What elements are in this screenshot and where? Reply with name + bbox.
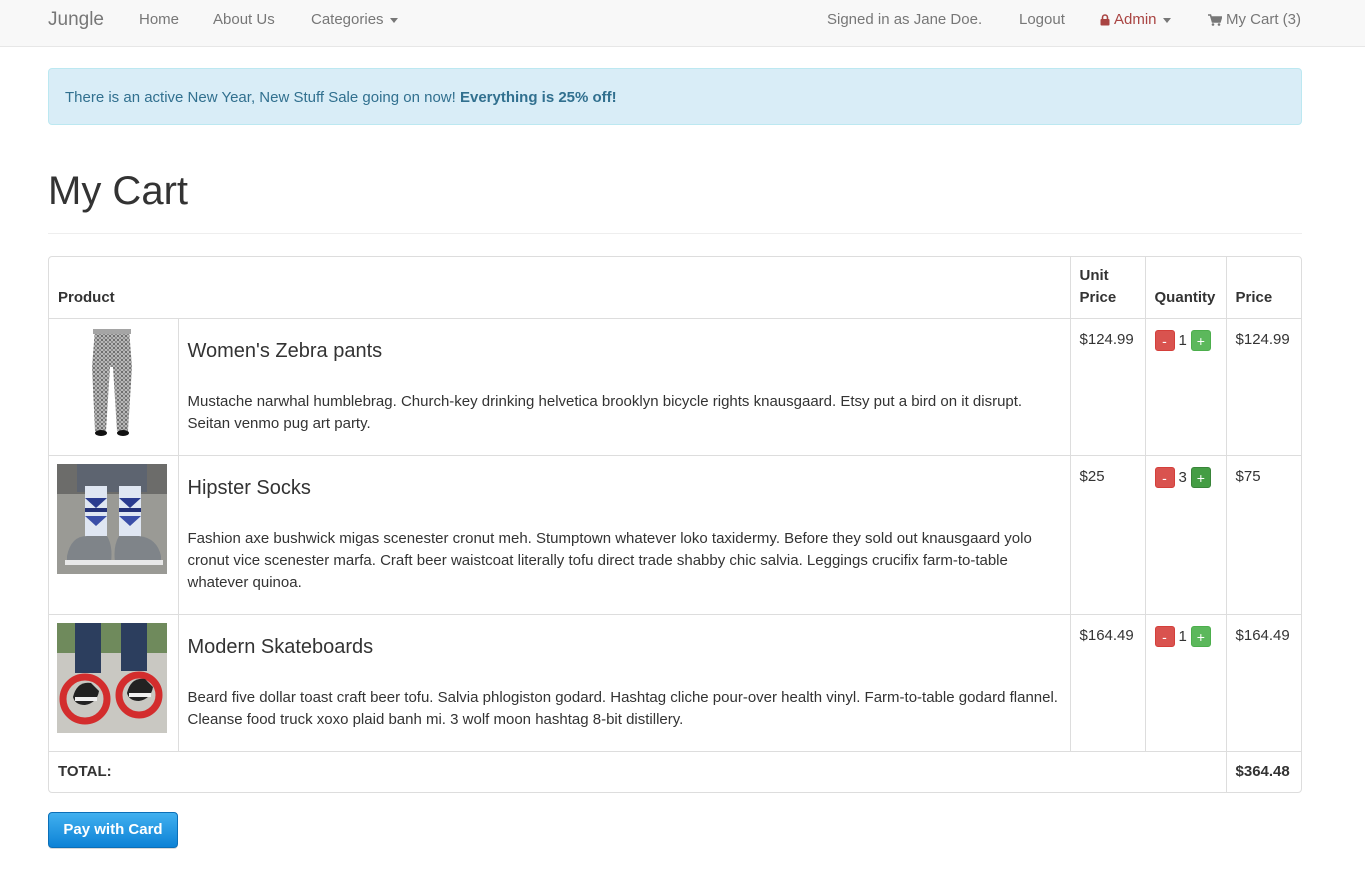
product-name[interactable]: Modern Skateboards — [188, 635, 1061, 659]
unit-price: $25 — [1069, 455, 1146, 615]
quantity-value: 1 — [1178, 332, 1187, 349]
product-image-modern-skateboards — [57, 623, 167, 733]
quantity-stepper: -1 + — [1144, 614, 1227, 752]
product-image-hipster-socks — [57, 464, 167, 574]
total-row: TOTAL: $364.48 — [49, 751, 1301, 792]
product-description: Mustache narwhal humblebrag. Church-key … — [187, 393, 1023, 432]
product-description: Beard five dollar toast craft beer tofu.… — [187, 689, 1058, 728]
product-description: Fashion axe bushwick migas scenester cro… — [187, 530, 1032, 591]
quantity-stepper: -1 + — [1144, 318, 1227, 456]
sale-alert: There is an active New Year, New Stuff S… — [48, 68, 1302, 125]
header-unit-price: Unit Price — [1069, 257, 1146, 319]
nav-about-link[interactable]: About Us — [213, 0, 275, 40]
table-row: Modern Skateboards Beard five dollar toa… — [49, 614, 1301, 752]
title-divider — [48, 233, 1302, 234]
caret-down-icon — [389, 17, 398, 23]
brand-link[interactable]: Jungle — [48, 0, 104, 40]
line-price: $75 — [1225, 455, 1301, 615]
unit-price: $124.99 — [1069, 318, 1146, 456]
header-price: Price — [1225, 257, 1301, 319]
decrease-quantity-button[interactable]: - — [1154, 626, 1175, 647]
product-image-cell — [49, 455, 179, 615]
unit-price: $164.49 — [1069, 614, 1146, 752]
increase-quantity-button[interactable]: + — [1190, 467, 1211, 488]
product-name[interactable]: Hipster Socks — [188, 476, 1061, 500]
caret-down-icon — [1162, 17, 1171, 23]
line-price: $164.49 — [1225, 614, 1301, 752]
nav-home-link[interactable]: Home — [139, 0, 179, 40]
cart-table: Product Unit Price Quantity Price Women'… — [48, 256, 1302, 793]
product-name[interactable]: Women's Zebra pants — [188, 339, 1061, 363]
nav-categories-dropdown[interactable]: Categories — [311, 0, 398, 40]
increase-quantity-button[interactable]: + — [1190, 626, 1211, 647]
sale-alert-text: There is an active New Year, New Stuff S… — [65, 89, 460, 106]
shopping-cart-icon — [1208, 14, 1222, 26]
header-quantity: Quantity — [1144, 257, 1227, 319]
product-info-cell: Hipster Socks Fashion axe bushwick migas… — [177, 455, 1071, 615]
page-title: My Cart — [48, 169, 188, 213]
total-label: TOTAL: — [49, 751, 1227, 792]
product-image-cell — [49, 318, 179, 456]
increase-quantity-button[interactable]: + — [1190, 330, 1211, 351]
my-cart-label: My Cart (3) — [1226, 11, 1301, 28]
admin-label: Admin — [1114, 11, 1157, 28]
my-cart-link[interactable]: My Cart (3) — [1208, 0, 1301, 40]
decrease-quantity-button[interactable]: - — [1154, 467, 1175, 488]
quantity-value: 3 — [1178, 469, 1187, 486]
nav-categories-label: Categories — [311, 11, 384, 28]
admin-dropdown[interactable]: Admin — [1100, 0, 1171, 40]
product-info-cell: Modern Skateboards Beard five dollar toa… — [177, 614, 1071, 752]
logout-link[interactable]: Logout — [1019, 0, 1065, 40]
pay-with-card-button[interactable]: Pay with Card — [48, 812, 178, 848]
total-value: $364.48 — [1225, 751, 1301, 792]
decrease-quantity-button[interactable]: - — [1154, 330, 1175, 351]
signed-in-text: Signed in as Jane Doe. — [827, 11, 983, 28]
sale-alert-bold: Everything is 25% off! — [459, 89, 617, 106]
quantity-value: 1 — [1178, 628, 1187, 645]
navbar: Jungle Home About Us Categories Signed i… — [0, 0, 1365, 47]
table-row: Women's Zebra pants Mustache narwhal hum… — [49, 318, 1301, 456]
product-image-cell — [49, 614, 179, 752]
product-image-zebra-pants — [57, 327, 167, 437]
table-row: Hipster Socks Fashion axe bushwick migas… — [49, 455, 1301, 615]
header-product: Product — [49, 257, 1071, 319]
product-info-cell: Women's Zebra pants Mustache narwhal hum… — [177, 318, 1071, 456]
lock-icon — [1100, 14, 1110, 26]
quantity-stepper: -3 + — [1144, 455, 1227, 615]
line-price: $124.99 — [1225, 318, 1301, 456]
table-header-row: Product Unit Price Quantity Price — [49, 257, 1301, 319]
